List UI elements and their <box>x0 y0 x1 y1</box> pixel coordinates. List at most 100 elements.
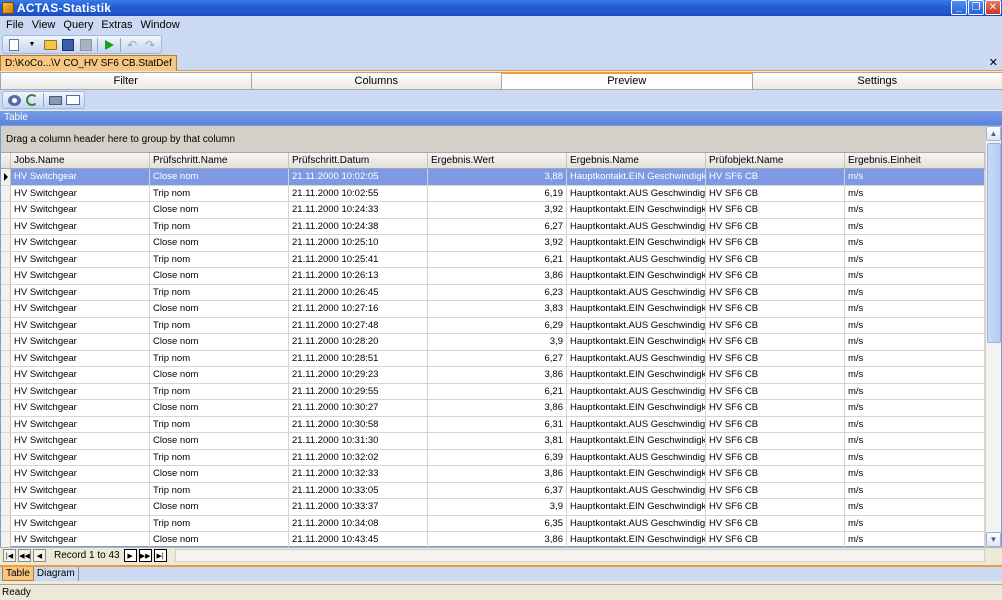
print-button[interactable] <box>46 92 64 108</box>
table-cell[interactable]: m/s <box>845 284 985 300</box>
table-cell[interactable]: m/s <box>845 449 985 465</box>
redo-button[interactable]: ↷ <box>141 37 159 53</box>
minimize-button[interactable]: _ <box>951 0 967 15</box>
close-document-icon[interactable]: ✕ <box>989 56 998 69</box>
table-cell[interactable]: HV Switchgear <box>11 400 150 416</box>
row-indicator[interactable] <box>1 433 11 449</box>
table-row[interactable]: HV Switchgear Close nom 21.11.2000 10:02:0… <box>1 169 985 186</box>
table-cell[interactable]: Close nom <box>150 400 289 416</box>
table-cell[interactable]: 6,27 <box>428 350 567 366</box>
next-page-button[interactable]: ▶▶ <box>138 549 152 562</box>
table-cell[interactable]: m/s <box>845 367 985 383</box>
table-cell[interactable]: HV Switchgear <box>11 350 150 366</box>
table-cell[interactable]: HV Switchgear <box>11 383 150 399</box>
scrollbar-thumb[interactable] <box>987 143 1001 343</box>
save-button[interactable] <box>59 37 77 53</box>
table-cell[interactable]: Hauptkontakt.AUS Geschwindigk... <box>567 317 706 333</box>
table-cell[interactable]: HV SF6 CB <box>706 532 845 547</box>
table-cell[interactable]: 3,86 <box>428 400 567 416</box>
table-cell[interactable]: HV Switchgear <box>11 449 150 465</box>
new-button[interactable] <box>5 37 23 53</box>
table-row[interactable]: HV Switchgear Trip nom 21.11.2000 10:32:02… <box>1 449 985 466</box>
table-cell[interactable]: 21.11.2000 10:29:23 <box>289 367 428 383</box>
column-header[interactable]: Prüfschritt.Name <box>150 153 289 168</box>
table-cell[interactable]: Hauptkontakt.AUS Geschwindigk... <box>567 515 706 531</box>
table-cell[interactable]: HV SF6 CB <box>706 317 845 333</box>
table-cell[interactable]: HV Switchgear <box>11 367 150 383</box>
table-cell[interactable]: m/s <box>845 301 985 317</box>
menu-extras[interactable]: Extras <box>97 19 136 31</box>
table-cell[interactable]: 21.11.2000 10:27:16 <box>289 301 428 317</box>
tab-settings[interactable]: Settings <box>751 72 1002 89</box>
table-cell[interactable]: HV Switchgear <box>11 284 150 300</box>
table-cell[interactable]: 21.11.2000 10:28:20 <box>289 334 428 350</box>
export-button[interactable] <box>64 92 82 108</box>
table-cell[interactable]: Trip nom <box>150 416 289 432</box>
last-record-button[interactable]: ▶| <box>153 549 167 562</box>
row-indicator[interactable] <box>1 334 11 350</box>
table-cell[interactable]: 6,29 <box>428 317 567 333</box>
table-cell[interactable]: 21.11.2000 10:32:02 <box>289 449 428 465</box>
save-all-button[interactable] <box>77 37 95 53</box>
row-indicator[interactable] <box>1 317 11 333</box>
table-cell[interactable]: Trip nom <box>150 449 289 465</box>
row-indicator[interactable] <box>1 515 11 531</box>
table-cell[interactable]: m/s <box>845 268 985 284</box>
table-cell[interactable]: 3,81 <box>428 433 567 449</box>
table-cell[interactable]: HV SF6 CB <box>706 284 845 300</box>
table-cell[interactable]: Trip nom <box>150 284 289 300</box>
table-cell[interactable]: Close nom <box>150 334 289 350</box>
table-cell[interactable]: 21.11.2000 10:26:13 <box>289 268 428 284</box>
table-row[interactable]: HV Switchgear Close nom 21.11.2000 10:33:3… <box>1 499 985 516</box>
menu-file[interactable]: File <box>2 19 28 31</box>
tab-table[interactable]: Table <box>2 567 34 581</box>
table-cell[interactable]: Hauptkontakt.AUS Geschwindigk... <box>567 383 706 399</box>
table-row[interactable]: HV Switchgear Trip nom 21.11.2000 10:27:48… <box>1 317 985 334</box>
table-cell[interactable]: 6,27 <box>428 218 567 234</box>
row-indicator[interactable] <box>1 367 11 383</box>
table-cell[interactable]: 21.11.2000 10:30:27 <box>289 400 428 416</box>
table-cell[interactable]: Trip nom <box>150 350 289 366</box>
table-cell[interactable]: HV Switchgear <box>11 169 150 185</box>
table-cell[interactable]: HV Switchgear <box>11 251 150 267</box>
row-indicator[interactable] <box>1 268 11 284</box>
table-cell[interactable]: m/s <box>845 251 985 267</box>
column-header[interactable]: Prüfobjekt.Name <box>706 153 845 168</box>
table-cell[interactable]: m/s <box>845 350 985 366</box>
table-cell[interactable]: HV SF6 CB <box>706 416 845 432</box>
table-cell[interactable]: 21.11.2000 10:29:55 <box>289 383 428 399</box>
table-cell[interactable]: HV SF6 CB <box>706 367 845 383</box>
row-indicator[interactable] <box>1 185 11 201</box>
column-header[interactable]: Ergebnis.Wert <box>428 153 567 168</box>
table-cell[interactable]: Hauptkontakt.EIN Geschwindigk... <box>567 466 706 482</box>
table-cell[interactable]: Hauptkontakt.EIN Geschwindigk... <box>567 532 706 547</box>
table-cell[interactable]: HV Switchgear <box>11 499 150 515</box>
row-indicator[interactable] <box>1 499 11 515</box>
table-cell[interactable]: Hauptkontakt.EIN Geschwindigk... <box>567 235 706 251</box>
table-row[interactable]: HV Switchgear Trip nom 21.11.2000 10:25:41… <box>1 251 985 268</box>
row-indicator[interactable] <box>1 449 11 465</box>
table-row[interactable]: HV Switchgear Trip nom 21.11.2000 10:33:05… <box>1 482 985 499</box>
table-cell[interactable]: Close nom <box>150 367 289 383</box>
table-cell[interactable]: Trip nom <box>150 218 289 234</box>
table-cell[interactable]: 21.11.2000 10:43:45 <box>289 532 428 547</box>
table-row[interactable]: HV Switchgear Trip nom 21.11.2000 10:02:55… <box>1 185 985 202</box>
table-cell[interactable]: 21.11.2000 10:27:48 <box>289 317 428 333</box>
table-cell[interactable]: 21.11.2000 10:25:10 <box>289 235 428 251</box>
table-cell[interactable]: Close nom <box>150 532 289 547</box>
table-cell[interactable]: 6,35 <box>428 515 567 531</box>
tab-preview[interactable]: Preview <box>501 72 753 89</box>
table-cell[interactable]: Hauptkontakt.AUS Geschwindigk... <box>567 185 706 201</box>
table-cell[interactable]: m/s <box>845 466 985 482</box>
table-cell[interactable]: HV SF6 CB <box>706 218 845 234</box>
table-cell[interactable]: HV Switchgear <box>11 334 150 350</box>
table-cell[interactable]: HV SF6 CB <box>706 400 845 416</box>
table-cell[interactable]: HV SF6 CB <box>706 449 845 465</box>
menu-view[interactable]: View <box>28 19 60 31</box>
table-cell[interactable]: 21.11.2000 10:26:45 <box>289 284 428 300</box>
table-cell[interactable]: Trip nom <box>150 251 289 267</box>
table-cell[interactable]: HV Switchgear <box>11 515 150 531</box>
table-cell[interactable]: Hauptkontakt.EIN Geschwindigk... <box>567 433 706 449</box>
table-cell[interactable]: 6,23 <box>428 284 567 300</box>
table-row[interactable]: HV Switchgear Close nom 21.11.2000 10:24:3… <box>1 202 985 219</box>
